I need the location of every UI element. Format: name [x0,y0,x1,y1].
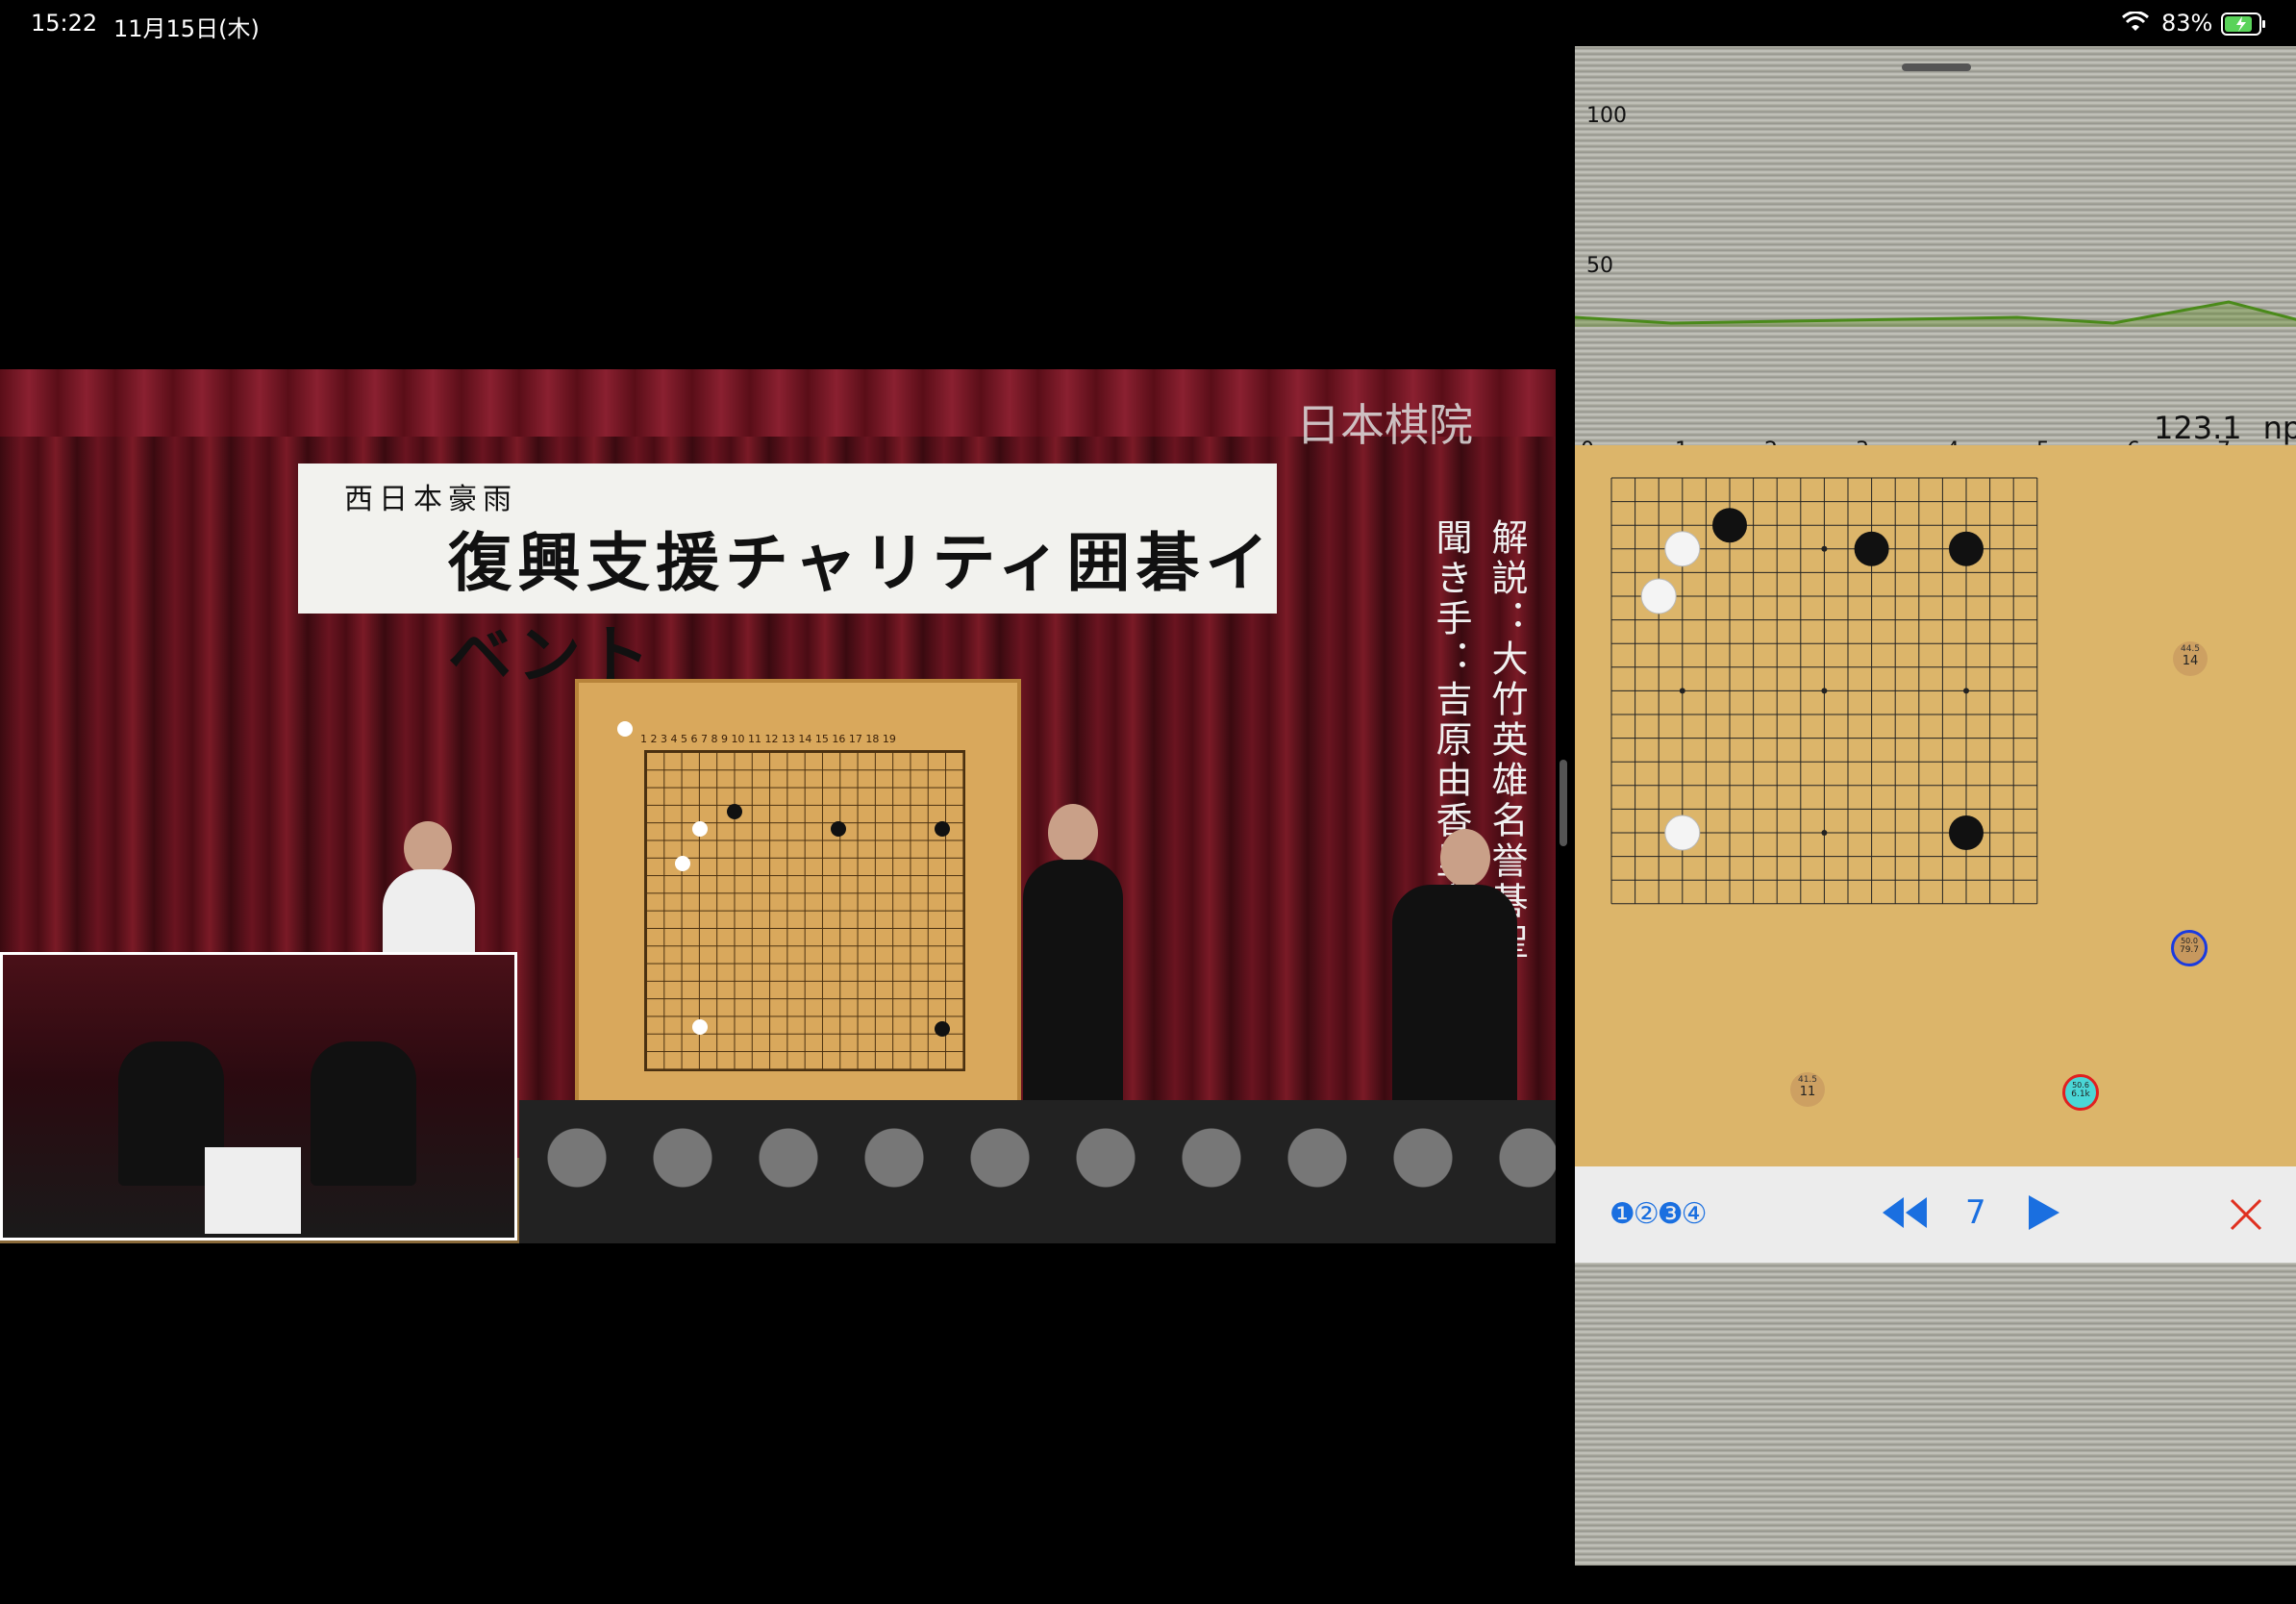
star-point [1679,688,1685,694]
event-banner: 西日本豪雨 復興支援チャリティ囲碁イベント [298,464,1277,692]
star-point [1963,688,1969,694]
status-time: 15:22 [31,10,98,37]
demo-board-coordinates: 1 2 3 4 5 6 7 8 9 10 11 12 13 14 15 16 1… [640,733,896,745]
black-stone [1854,531,1889,566]
move-number: 7 [1965,1193,1986,1232]
play-icon[interactable] [2025,1193,2063,1236]
marker-visits: 14 [2182,654,2199,668]
demo-white-stone [692,821,708,837]
black-stone [1949,815,1984,850]
demo-black-stone [935,1021,950,1037]
marker-visits: 79.7 [2179,945,2200,955]
status-date: 11月15日(木) [113,15,260,42]
black-stone [1949,531,1984,566]
rewind-icon[interactable] [1879,1193,1929,1236]
wifi-icon [2121,11,2150,37]
pip-player [311,1041,416,1186]
demo-white-stone [617,721,633,737]
marker-winrate: 50.6 [2072,1081,2089,1090]
star-point [1821,545,1828,552]
pip-table [205,1147,301,1234]
white-stone [1664,531,1701,567]
person-head [1048,804,1098,862]
status-bar: 15:22 11月15日(木) 83% [0,0,2296,46]
marker-winrate: 44.5 [2180,644,2201,654]
white-stone [1664,815,1701,851]
drag-handle[interactable] [1902,63,1971,71]
black-stone [1712,508,1747,543]
marker-winrate: 41.5 [1797,1075,1818,1085]
nihon-kiin-logo: 日本棋院 [1296,399,1473,451]
candidate-marker[interactable]: 44.5 14 [2173,641,2208,676]
audience [519,1100,1556,1243]
battery-charging-icon [2221,13,2267,39]
go-board-canvas[interactable] [1575,445,2296,1166]
analysis-panel: 100 50 123.1nps 0 1 2 3 4 5 6 7 44.5 14 … [1575,46,2296,1566]
video-player[interactable]: 日本棋院 西日本豪雨 復興支援チャリティ囲碁イベント 解説：大竹英雄名誉碁聖 聞… [0,369,1556,1243]
battery-percent: 83% [2161,10,2213,37]
winrate-graph [1575,300,2296,327]
person-head [404,821,452,875]
candidate-marker[interactable]: 41.5 11 [1790,1072,1825,1107]
marker-winrate: 50.0 [2181,937,2198,945]
star-point [1821,830,1828,836]
demo-go-board: 1 2 3 4 5 6 7 8 9 10 11 12 13 14 15 16 1… [575,679,1021,1129]
demo-black-stone [727,804,742,819]
star-point [1821,688,1828,694]
demo-black-stone [831,821,846,837]
marker-visits: 6.1k [2071,1090,2090,1099]
demo-white-stone [692,1019,708,1035]
marker-visits: 11 [1799,1085,1816,1099]
close-icon[interactable] [2229,1197,2263,1236]
go-board[interactable]: 44.5 14 41.5 11 50.6 6.1k 50.0 79.7 [1575,445,2296,1166]
move-number-mode-button[interactable]: ❶②❸④ [1610,1197,1708,1231]
person-head [1440,829,1490,887]
best-move-marker[interactable]: 50.6 6.1k [2062,1074,2099,1111]
demo-white-stone [675,856,690,871]
split-view-divider[interactable] [1560,760,1567,846]
graph-y-label-100: 100 [1586,104,1627,128]
demo-black-stone [935,821,950,837]
move-toolbar: ❶②❸④ 7 [1575,1166,2296,1263]
last-move-marker[interactable]: 50.0 79.7 [2171,930,2208,966]
banner-title: 復興支援チャリティ囲碁イベント [448,525,1275,692]
picture-in-picture-view [0,952,517,1241]
white-stone [1640,578,1677,614]
